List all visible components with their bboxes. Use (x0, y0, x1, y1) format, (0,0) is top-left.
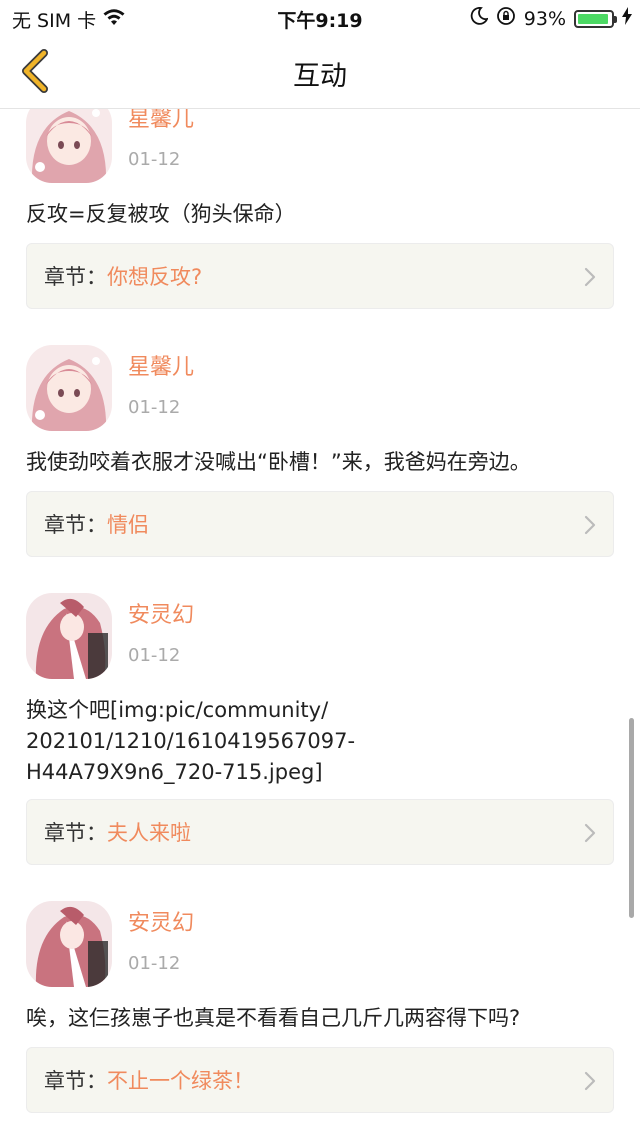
comment-item: 星馨儿 01-12 我使劲咬着衣服才没喊出“卧槽！”来，我爸妈在旁边。 章节： … (0, 345, 640, 593)
chevron-right-icon (584, 1071, 596, 1091)
comment-item: 星馨儿 01-12 反攻=反复被攻（狗头保命） 章节： 你想反攻? (0, 109, 640, 345)
comment-text: 换这个吧[img:pic/community/ 202101/1210/1610… (26, 698, 356, 784)
chapter-name: 情侣 (107, 513, 149, 537)
comment-text: 唉，这仨孩崽子也真是不看看自己几斤几两容得下吗? (26, 1006, 521, 1030)
comment-header: 安灵幻 01-12 (26, 593, 614, 683)
comment-header: 星馨儿 01-12 (26, 109, 614, 187)
avatar[interactable] (26, 593, 112, 679)
chapter-label: 章节： (44, 513, 107, 537)
comment-header: 安灵幻 01-12 (26, 901, 614, 991)
chapter-link[interactable]: 章节： 你想反攻? (26, 243, 614, 309)
status-right: 93% (470, 6, 632, 31)
chapter-name: 夫人来啦 (107, 821, 191, 845)
nav-bar: 互动 (0, 36, 640, 109)
chapter-label: 章节： (44, 1069, 107, 1093)
comment-date: 01-12 (128, 953, 181, 974)
comment-header: 星馨儿 01-12 (26, 345, 614, 435)
comment-date: 01-12 (128, 149, 181, 170)
avatar[interactable] (26, 109, 112, 183)
chevron-right-icon (584, 267, 596, 287)
username[interactable]: 安灵幻 (128, 905, 194, 937)
username[interactable]: 星馨儿 (128, 349, 194, 381)
username[interactable]: 安灵幻 (128, 597, 194, 629)
comment-text: 反攻=反复被攻（狗头保命） (26, 202, 296, 226)
chapter-link[interactable]: 章节： 情侣 (26, 491, 614, 557)
chevron-right-icon (584, 823, 596, 843)
chapter-label: 章节： (44, 821, 107, 845)
battery-icon (574, 9, 617, 28)
orientation-lock-icon (496, 6, 516, 31)
comment-feed[interactable]: 星馨儿 01-12 反攻=反复被攻（狗头保命） 章节： 你想反攻? 星馨儿 01… (0, 109, 640, 1139)
charging-bolt-icon (622, 7, 632, 30)
comment-item: 安灵幻 01-12 唉，这仨孩崽子也真是不看看自己几斤几两容得下吗? 章节： 不… (0, 901, 640, 1139)
chapter-link[interactable]: 章节： 夫人来啦 (26, 799, 614, 865)
comment-date: 01-12 (128, 645, 181, 666)
chapter-name: 你想反攻? (107, 265, 203, 289)
comment-text: 我使劲咬着衣服才没喊出“卧槽！”来，我爸妈在旁边。 (26, 450, 531, 474)
chevron-right-icon (584, 515, 596, 535)
status-bar: 无 SIM 卡 下午9:19 93% (0, 0, 640, 36)
chapter-link[interactable]: 章节： 不止一个绿茶！ (26, 1047, 614, 1113)
scrollbar[interactable] (629, 718, 634, 918)
moon-icon (470, 7, 489, 30)
page-title: 互动 (293, 61, 347, 92)
username[interactable]: 星馨儿 (128, 109, 194, 133)
chapter-label: 章节： (44, 265, 107, 289)
comment-item: 安灵幻 01-12 换这个吧[img:pic/community/ 202101… (0, 593, 640, 901)
battery-percent: 93% (523, 7, 566, 30)
comment-date: 01-12 (128, 397, 181, 418)
battery-fill (578, 13, 608, 24)
chapter-name: 不止一个绿茶！ (107, 1069, 254, 1093)
avatar[interactable] (26, 345, 112, 431)
avatar[interactable] (26, 901, 112, 987)
